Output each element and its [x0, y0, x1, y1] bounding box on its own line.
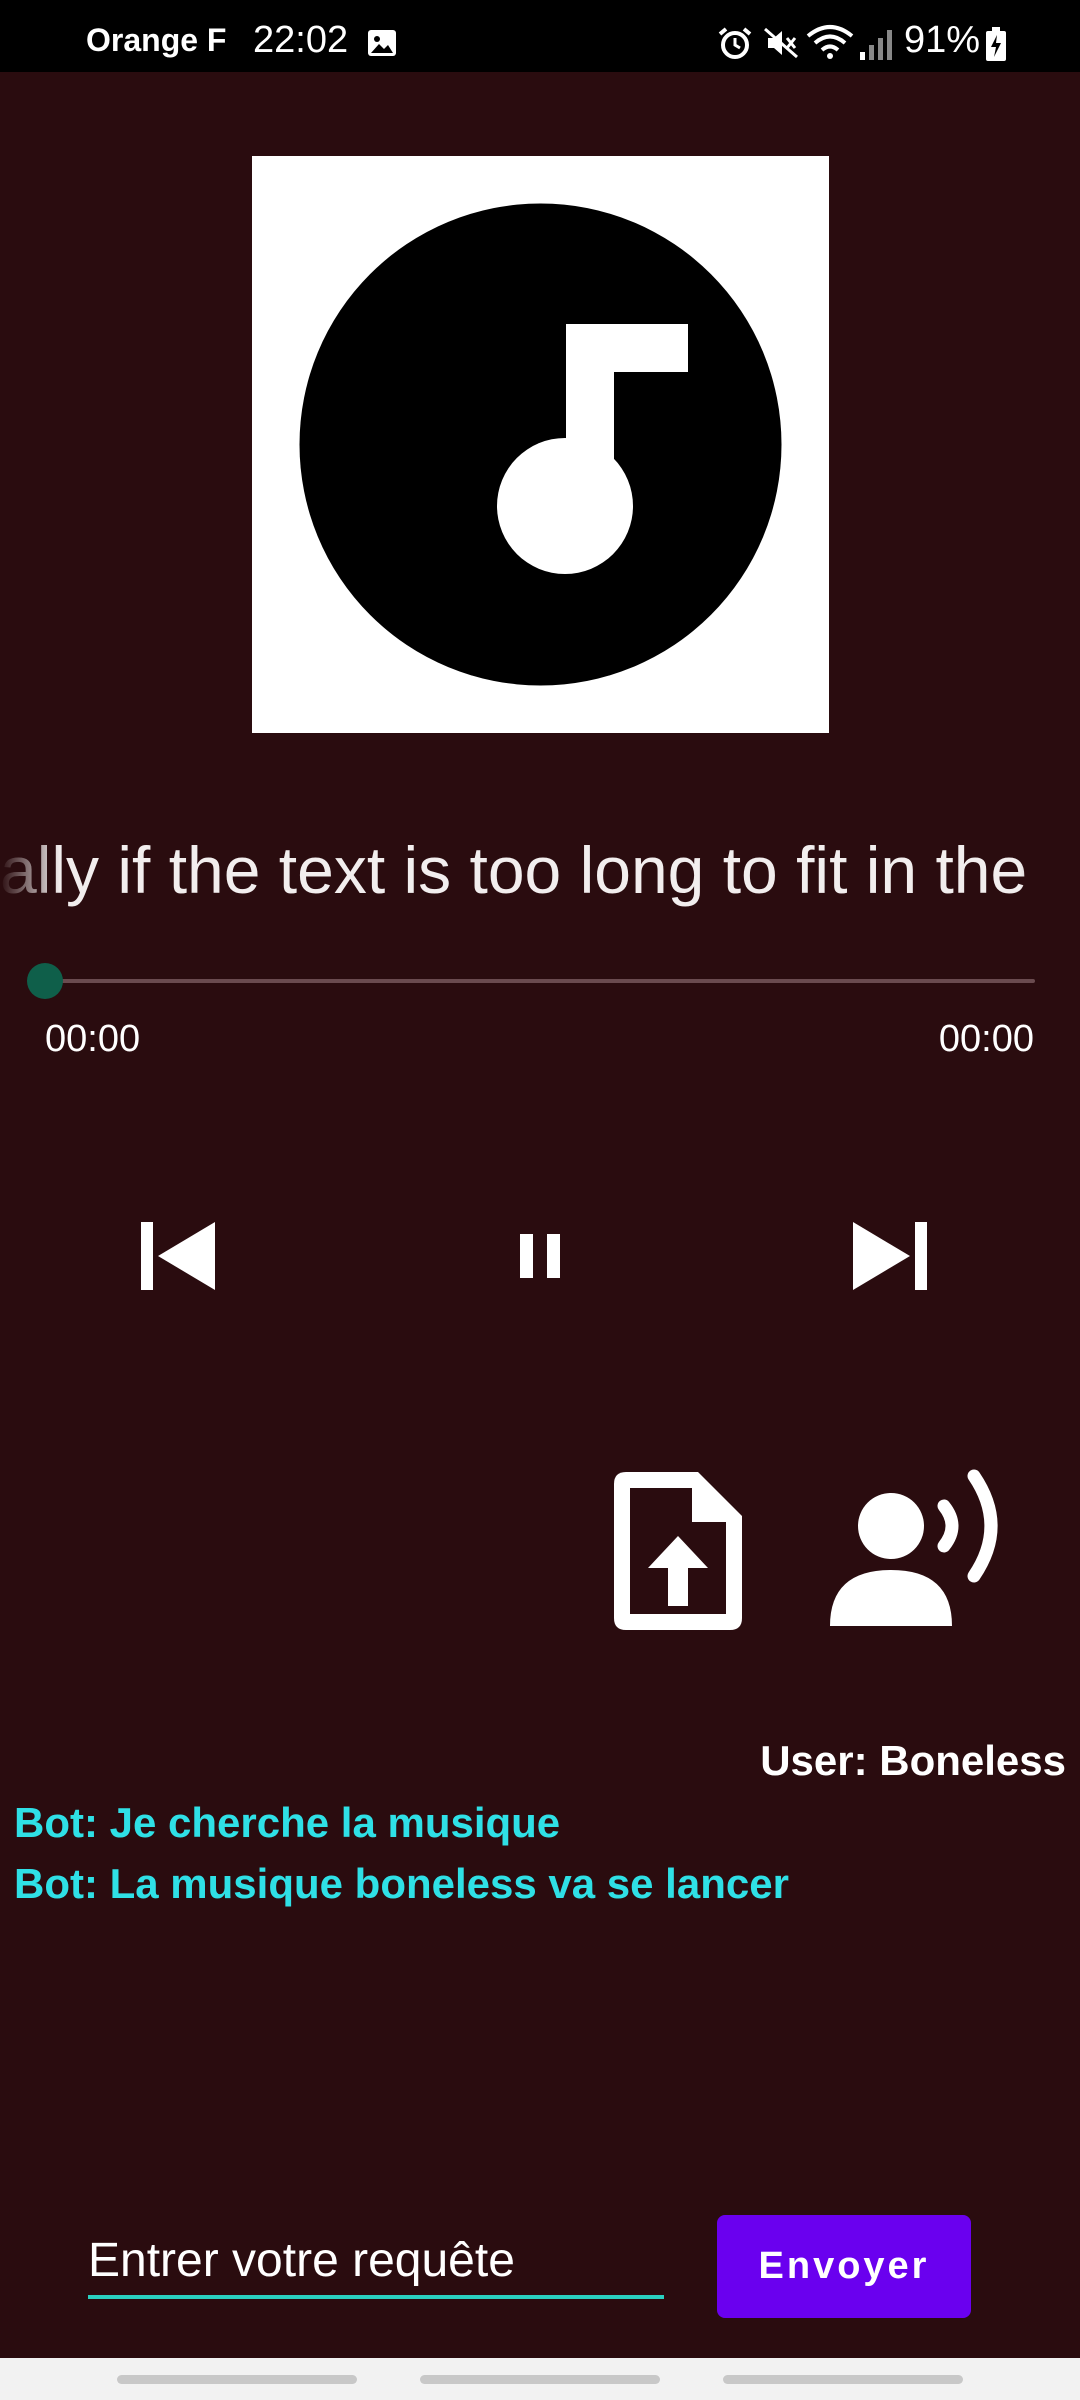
query-input[interactable]	[88, 2225, 664, 2299]
marquee-fade-right	[1020, 832, 1080, 922]
nav-home-handle[interactable]	[420, 2375, 660, 2384]
marquee-fade-left	[0, 832, 60, 922]
song-title: ally if the text is too long to fit in t…	[0, 833, 1028, 907]
send-button[interactable]: Envoyer	[717, 2215, 971, 2318]
alarm-icon	[716, 26, 754, 60]
time-elapsed: 00:00	[45, 1018, 141, 1060]
previous-button[interactable]	[138, 1216, 218, 1296]
navigation-bar	[0, 2358, 1080, 2400]
chat-bot-message: Bot: La musique boneless va se lancer	[14, 1860, 789, 1907]
song-title-marquee: ally if the text is too long to fit in t…	[0, 832, 1080, 922]
seek-bar-track[interactable]	[45, 979, 1035, 983]
time-total: 00:00	[938, 1018, 1034, 1060]
carrier-label: Orange F	[86, 22, 227, 58]
skip-next-icon	[853, 1222, 927, 1290]
status-bar: Orange F 22:02 91%	[0, 0, 1080, 72]
chat-user-message: User: Boneless	[760, 1737, 1066, 1784]
battery-charging-icon	[985, 27, 1007, 61]
chat-bot-message: Bot: Je cherche la musique	[14, 1799, 561, 1846]
next-button[interactable]	[850, 1216, 930, 1296]
mute-icon	[762, 26, 800, 60]
pause-icon	[520, 1234, 560, 1278]
nav-back-handle[interactable]	[723, 2375, 963, 2384]
upload-file-button[interactable]	[608, 1466, 748, 1636]
clock: 22:02	[253, 19, 349, 61]
album-art	[252, 156, 829, 733]
skip-previous-icon	[141, 1222, 215, 1290]
nav-recents-handle[interactable]	[117, 2375, 357, 2384]
voice-speaker-icon	[830, 1469, 998, 1626]
wifi-icon	[805, 24, 855, 62]
voice-command-button[interactable]	[826, 1466, 1016, 1628]
gallery-icon	[366, 28, 398, 58]
pause-button[interactable]	[510, 1226, 570, 1286]
seek-bar-thumb[interactable]	[27, 963, 63, 999]
music-note-icon	[299, 203, 782, 686]
signal-icon	[858, 28, 894, 60]
file-upload-icon	[614, 1472, 742, 1630]
battery-percent: 91%	[904, 19, 981, 61]
